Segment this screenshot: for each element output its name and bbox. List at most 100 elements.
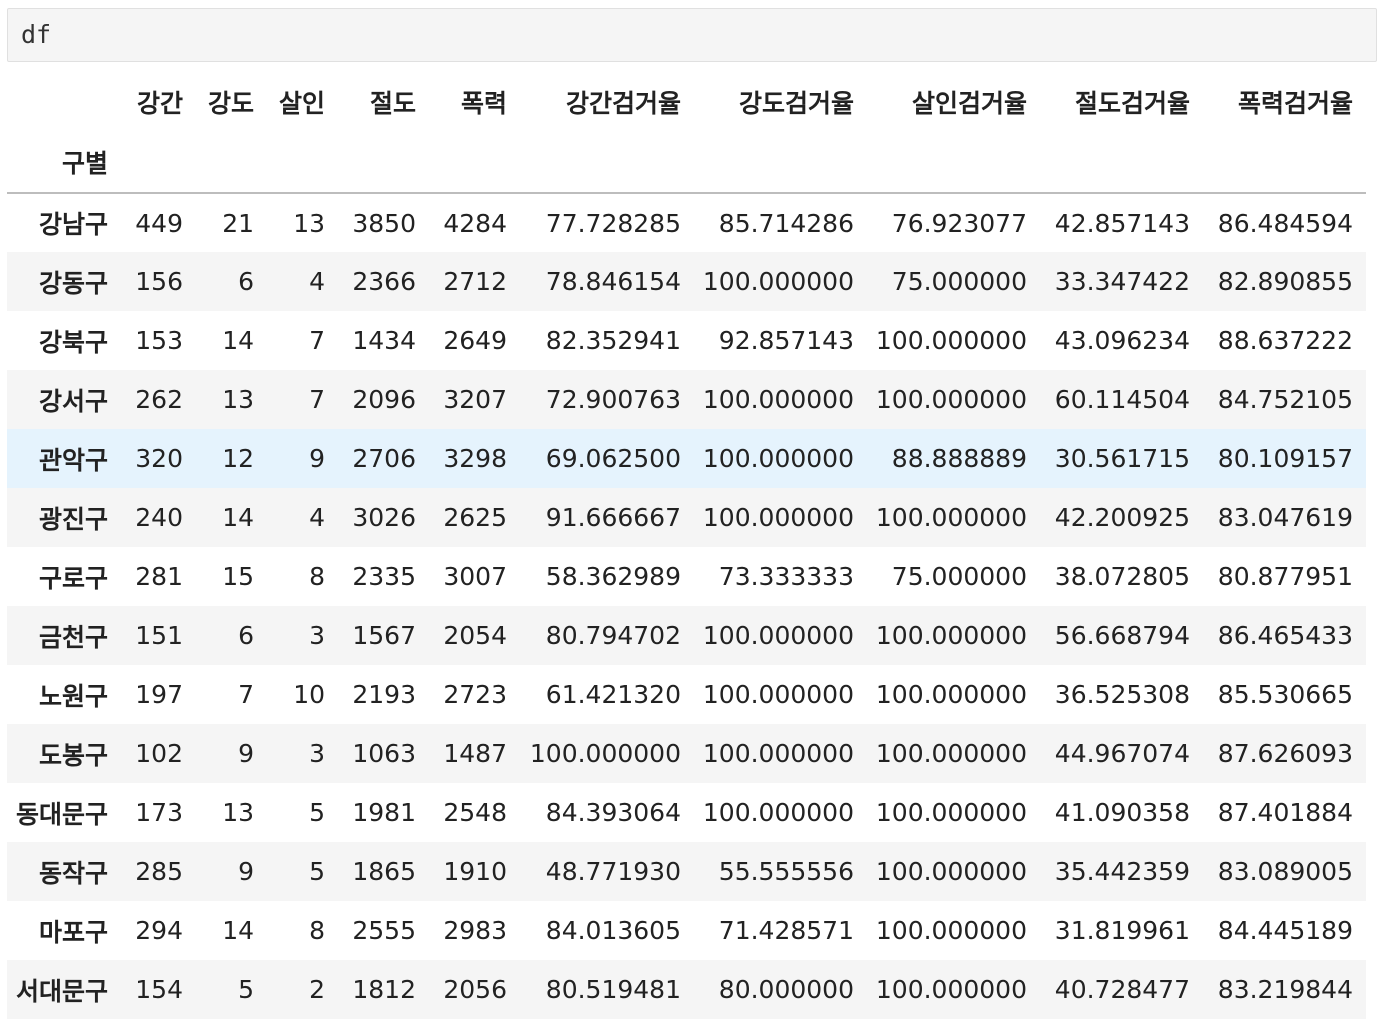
column-header: 절도검거율 bbox=[1074, 89, 1190, 118]
table-cell: 86.465433 bbox=[1217, 621, 1353, 650]
table-cell: 2712 bbox=[443, 267, 507, 296]
index-name-spacer bbox=[429, 132, 520, 194]
index-name-spacer bbox=[267, 132, 338, 194]
table-cell: 100.000000 bbox=[702, 385, 854, 414]
table-cell: 100.000000 bbox=[702, 503, 854, 532]
table-cell: 82.352941 bbox=[545, 326, 681, 355]
table-cell: 55.555556 bbox=[718, 857, 854, 886]
index-name-spacer bbox=[520, 132, 694, 194]
table-cell: 84.393064 bbox=[545, 798, 681, 827]
row-index: 강북구 bbox=[38, 327, 108, 357]
table-cell: 48.771930 bbox=[545, 857, 681, 886]
table-row: 강서구 262 13 7 2096 3207 72.900763 100.000000 100.… bbox=[7, 370, 1366, 429]
table-body: 강남구 449 21 13 3850 4284 77.728285 85.714286 76.9… bbox=[7, 193, 1366, 1019]
index-name: 구별 bbox=[7, 132, 121, 194]
table-cell: 197 bbox=[135, 680, 183, 709]
table-cell: 154 bbox=[135, 975, 183, 1004]
table-cell: 72.900763 bbox=[545, 385, 681, 414]
table-cell: 14 bbox=[222, 326, 254, 355]
table-cell: 1865 bbox=[352, 857, 416, 886]
table-cell: 449 bbox=[135, 208, 183, 238]
table-cell: 87.626093 bbox=[1217, 739, 1353, 768]
table-cell: 44.967074 bbox=[1054, 739, 1190, 768]
table-cell: 5 bbox=[309, 798, 325, 827]
corner-blank bbox=[7, 72, 121, 132]
table-cell: 9 bbox=[309, 444, 325, 473]
table-row: 강북구 153 14 7 1434 2649 82.352941 92.857143 100.0… bbox=[7, 311, 1366, 370]
table-cell: 240 bbox=[135, 503, 183, 532]
table-cell: 2555 bbox=[352, 916, 416, 945]
row-index: 광진구 bbox=[38, 504, 108, 534]
table-cell: 1487 bbox=[443, 739, 507, 768]
index-name-spacer bbox=[338, 132, 429, 194]
column-header: 강간검거율 bbox=[565, 89, 681, 118]
table-cell: 3007 bbox=[443, 562, 507, 591]
table-cell: 83.089005 bbox=[1217, 857, 1353, 886]
table-cell: 4 bbox=[309, 267, 325, 296]
table-row: 광진구 240 14 4 3026 2625 91.666667 100.000000 100.… bbox=[7, 488, 1366, 547]
table-cell: 61.421320 bbox=[545, 680, 681, 709]
table-cell: 294 bbox=[135, 916, 183, 945]
table-cell: 83.219844 bbox=[1217, 975, 1353, 1004]
table-cell: 60.114504 bbox=[1054, 385, 1190, 414]
table-cell: 100.000000 bbox=[875, 621, 1027, 650]
table-cell: 2056 bbox=[443, 975, 507, 1004]
table-cell: 33.347422 bbox=[1054, 267, 1190, 296]
column-header: 살인 bbox=[278, 89, 325, 118]
table-cell: 80.519481 bbox=[545, 975, 681, 1004]
code-text: df bbox=[21, 20, 52, 49]
table-cell: 42.857143 bbox=[1054, 208, 1190, 238]
table-cell: 69.062500 bbox=[545, 444, 681, 473]
table-cell: 75.000000 bbox=[891, 562, 1027, 591]
table-cell: 80.794702 bbox=[545, 621, 681, 650]
table-row: 관악구 320 12 9 2706 3298 69.062500 100.000000 88.8… bbox=[7, 429, 1366, 488]
table-cell: 21 bbox=[222, 208, 254, 238]
column-header: 강도검거율 bbox=[738, 89, 854, 118]
table-cell: 6 bbox=[238, 267, 254, 296]
table-cell: 5 bbox=[309, 857, 325, 886]
table-row: 강동구 156 6 4 2366 2712 78.846154 100.000000 75.00… bbox=[7, 252, 1366, 311]
table-cell: 9 bbox=[238, 739, 254, 768]
index-name-row: 구별 bbox=[7, 132, 1366, 194]
row-index: 강동구 bbox=[38, 268, 108, 298]
table-cell: 2054 bbox=[443, 621, 507, 650]
table-cell: 88.888889 bbox=[891, 444, 1027, 473]
table-cell: 100.000000 bbox=[702, 621, 854, 650]
table-row: 동작구 285 9 5 1865 1910 48.771930 55.555556 100.00… bbox=[7, 842, 1366, 901]
dataframe-table: 강간 강도 살인 절도 폭력 강간검거율 강도검거율 살인검거율 절도검거율 폭력검거율 구별 강… bbox=[7, 72, 1366, 1019]
table-cell: 156 bbox=[135, 267, 183, 296]
table-cell: 40.728477 bbox=[1054, 975, 1190, 1004]
table-cell: 173 bbox=[135, 798, 183, 827]
table-cell: 88.637222 bbox=[1217, 326, 1353, 355]
column-header: 폭력 bbox=[460, 89, 507, 118]
table-cell: 10 bbox=[293, 680, 325, 709]
table-cell: 100.000000 bbox=[529, 739, 681, 768]
table-cell: 84.013605 bbox=[545, 916, 681, 945]
table-cell: 73.333333 bbox=[718, 562, 854, 591]
table-row: 마포구 294 14 8 2555 2983 84.013605 71.428571 100.0… bbox=[7, 901, 1366, 960]
table-cell: 5 bbox=[238, 975, 254, 1004]
table-cell: 15 bbox=[222, 562, 254, 591]
table-cell: 71.428571 bbox=[718, 916, 854, 945]
table-cell: 31.819961 bbox=[1054, 916, 1190, 945]
table-cell: 3026 bbox=[352, 503, 416, 532]
table-cell: 100.000000 bbox=[702, 444, 854, 473]
table-row: 서대문구 154 5 2 1812 2056 80.519481 80.000000 100.0… bbox=[7, 960, 1366, 1019]
table-cell: 3 bbox=[309, 621, 325, 650]
table-cell: 85.530665 bbox=[1217, 680, 1353, 709]
table-cell: 151 bbox=[135, 621, 183, 650]
row-index: 마포구 bbox=[38, 917, 108, 947]
table-row: 도봉구 102 9 3 1063 1487 100.000000 100.000000 100.… bbox=[7, 724, 1366, 783]
table-cell: 8 bbox=[309, 916, 325, 945]
table-cell: 100.000000 bbox=[875, 975, 1027, 1004]
table-cell: 2193 bbox=[352, 680, 416, 709]
table-cell: 281 bbox=[135, 562, 183, 591]
code-input-cell[interactable]: df bbox=[7, 8, 1377, 62]
output-area: 강간 강도 살인 절도 폭력 강간검거율 강도검거율 살인검거율 절도검거율 폭력검거율 구별 강… bbox=[7, 72, 1366, 1019]
table-cell: 9 bbox=[238, 857, 254, 886]
table-cell: 12 bbox=[222, 444, 254, 473]
table-cell: 80.877951 bbox=[1217, 562, 1353, 591]
table-cell: 100.000000 bbox=[875, 326, 1027, 355]
table-cell: 100.000000 bbox=[875, 503, 1027, 532]
table-cell: 6 bbox=[238, 621, 254, 650]
